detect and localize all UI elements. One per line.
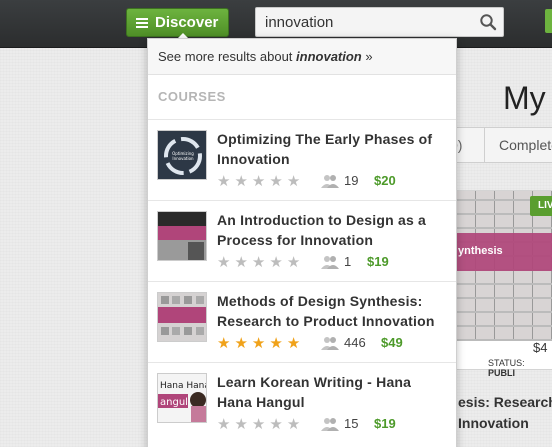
course-thumbnail: Hana Hana angul	[157, 373, 207, 423]
discover-label: Discover	[155, 14, 219, 31]
star-icon: ★	[234, 254, 248, 271]
star-icon: ★	[269, 254, 283, 271]
star-icon: ★	[286, 173, 301, 190]
rating-stars: ★ ★ ★ ★ ★	[217, 255, 300, 270]
see-more-prefix: See more results about	[158, 49, 297, 64]
star-icon: ★	[217, 335, 231, 352]
star-icon: ★	[286, 335, 301, 352]
search-box[interactable]	[255, 7, 504, 37]
star-icon: ★	[269, 335, 283, 352]
course-thumbnail	[157, 211, 207, 261]
cart-button[interactable]	[545, 9, 552, 33]
star-icon: ★	[286, 416, 301, 433]
rating-stars: ★ ★ ★ ★ ★	[217, 417, 300, 432]
students-icon	[321, 336, 339, 350]
course-card-status: STATUS: PUBLI	[488, 358, 552, 378]
course-title: Methods of Design Synthesis: Research to…	[217, 293, 435, 329]
search-input[interactable]	[256, 8, 476, 36]
student-count: 446	[321, 335, 366, 350]
svg-text:Hana Hana: Hana Hana	[160, 381, 207, 391]
course-price: $19	[374, 416, 396, 431]
student-count-value: 15	[344, 416, 359, 431]
course-title: Learn Korean Writing - Hana Hana Hangul	[217, 374, 412, 410]
student-count: 15	[321, 416, 358, 431]
students-icon	[321, 174, 339, 188]
course-price: $19	[367, 254, 389, 269]
star-icon: ★	[251, 173, 266, 190]
star-icon: ★	[217, 173, 231, 190]
course-thumbnail	[157, 292, 207, 342]
see-more-term: innovation	[296, 49, 362, 64]
star-icon: ★	[269, 416, 283, 433]
courses-section-heading: COURSES	[158, 89, 226, 104]
star-icon: ★	[234, 173, 248, 190]
status-value: PUBLI	[488, 368, 515, 378]
rating-stars: ★ ★ ★ ★ ★	[217, 336, 300, 351]
course-title: An Introduction to Design as a Process f…	[217, 212, 427, 248]
course-price: $49	[381, 335, 403, 350]
svg-text:Innovation: Innovation	[172, 156, 194, 161]
see-more-suffix: »	[361, 49, 373, 64]
star-icon: ★	[217, 416, 231, 433]
student-count: 19	[321, 173, 358, 188]
star-icon: ★	[234, 416, 248, 433]
student-count-value: 19	[344, 173, 359, 188]
course-price: $20	[374, 173, 396, 188]
star-icon: ★	[286, 254, 301, 271]
star-icon: ★	[234, 335, 248, 352]
svg-text:angul: angul	[160, 397, 188, 408]
course-result-item[interactable]: Optimizing Innovation Optimizing The Ear…	[148, 119, 456, 200]
course-card-price: $4	[533, 340, 548, 355]
student-count-value: 1	[344, 254, 352, 269]
student-count-value: 446	[344, 335, 366, 350]
tab-divider	[484, 127, 485, 163]
star-icon: ★	[251, 254, 266, 271]
students-icon	[321, 255, 339, 269]
status-label: STATUS:	[488, 358, 525, 368]
course-card-title[interactable]: esis: Research to Innovation	[458, 392, 552, 434]
star-icon: ★	[269, 173, 283, 190]
live-badge: LIV	[530, 196, 552, 216]
course-result-item[interactable]: Methods of Design Synthesis: Research to…	[148, 281, 456, 362]
course-title: Optimizing The Early Phases of Innovatio…	[217, 131, 433, 167]
rating-stars: ★ ★ ★ ★ ★	[217, 174, 300, 189]
course-card-thumb-text: ynthesis	[458, 245, 503, 257]
page-title: My	[503, 80, 546, 116]
tab-completed[interactable]: Complete	[499, 137, 552, 153]
star-icon: ★	[217, 254, 231, 271]
star-icon: ★	[251, 416, 266, 433]
see-more-results-link[interactable]: See more results about innovation »	[148, 39, 456, 75]
student-count: 1	[321, 254, 351, 269]
course-result-item[interactable]: Hana Hana angul Learn Korean Writing - H…	[148, 362, 456, 443]
menu-icon	[136, 17, 148, 28]
course-result-item[interactable]: An Introduction to Design as a Process f…	[148, 200, 456, 281]
search-results-dropdown: See more results about innovation » COUR…	[147, 38, 457, 447]
search-icon[interactable]	[479, 13, 497, 31]
course-thumbnail: Optimizing Innovation	[157, 130, 207, 180]
star-icon: ★	[251, 335, 266, 352]
students-icon	[321, 417, 339, 431]
